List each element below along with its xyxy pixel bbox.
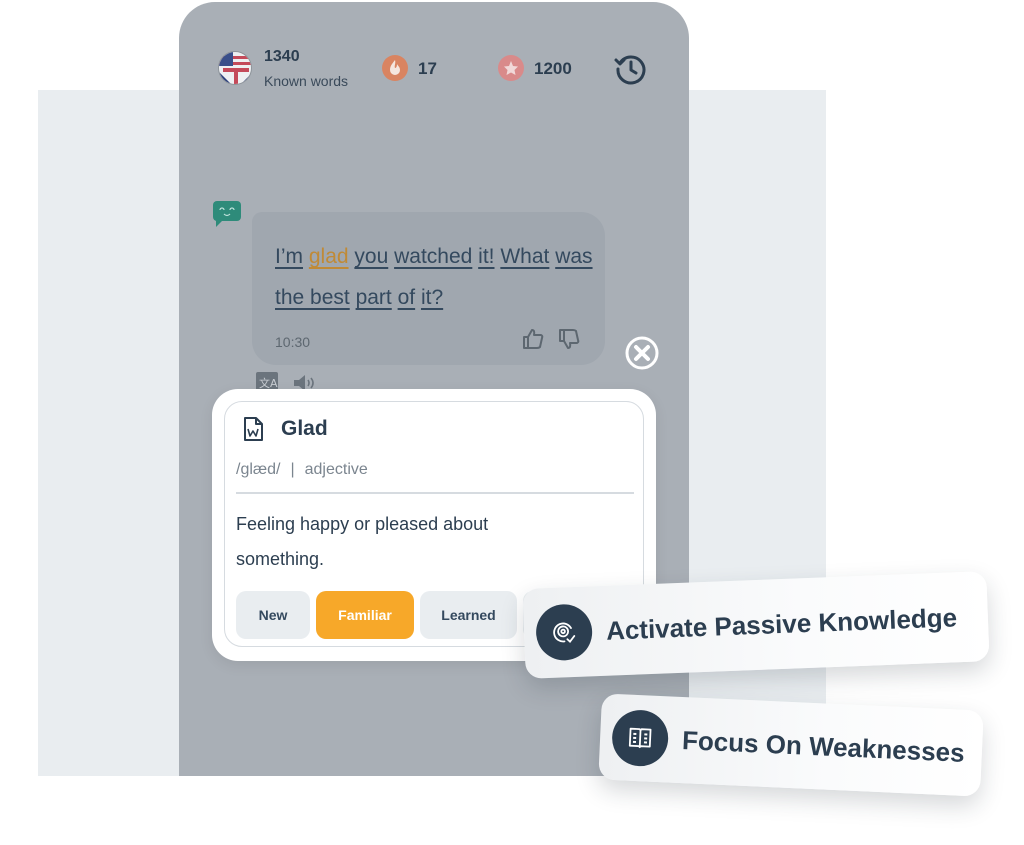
level-learned-button[interactable]: Learned <box>420 591 517 639</box>
word-part-of-speech: adjective <box>304 461 368 478</box>
thumbs-up-icon[interactable] <box>522 328 544 350</box>
streak-count: 17 <box>418 59 437 78</box>
word-meta: /glæd/ | adjective <box>236 461 368 479</box>
message-word[interactable]: watched <box>394 245 472 268</box>
flame-icon <box>382 55 408 81</box>
word-document-icon <box>242 416 264 442</box>
word-phonetic: /glæd/ <box>236 461 281 478</box>
points-count: 1200 <box>534 59 572 78</box>
message-word[interactable]: part <box>356 286 392 309</box>
word-definition: Feeling happy or pleased about something… <box>236 514 489 569</box>
message-word-highlighted[interactable]: glad <box>309 245 349 268</box>
message-word[interactable]: it? <box>421 286 443 309</box>
history-clock-icon[interactable] <box>613 51 649 87</box>
feature-card-focus: Focus On Weaknesses <box>598 693 984 797</box>
star-icon <box>498 55 524 81</box>
thumbs-down-icon[interactable] <box>558 328 580 350</box>
us-uk-flag-icon[interactable] <box>218 51 252 85</box>
word-title: Glad <box>281 417 328 440</box>
stats-bar: 1340 Known words 17 1200 <box>179 2 689 112</box>
svg-text:文A: 文A <box>259 376 278 390</box>
bot-chat-icon <box>213 201 241 227</box>
message-word[interactable]: the best <box>275 286 350 309</box>
known-words-label: Known words <box>264 73 349 89</box>
message-bubble: I’m glad you watched it! What was the be… <box>252 212 605 365</box>
target-check-icon <box>535 603 594 662</box>
meta-separator: | <box>290 461 295 478</box>
message-word[interactable]: you <box>354 245 388 268</box>
known-words-count: 1340 <box>264 48 300 65</box>
message-word[interactable]: What <box>500 245 549 268</box>
message-timestamp: 10:30 <box>275 334 311 350</box>
open-book-icon <box>610 708 670 768</box>
message-word[interactable]: I’m <box>275 245 303 268</box>
message-word[interactable]: of <box>398 286 416 309</box>
level-familiar-button[interactable]: Familiar <box>316 591 414 639</box>
message-text: I’m glad you watched it! What was the be… <box>275 236 595 318</box>
feature-card-activate: Activate Passive Knowledge <box>522 571 990 679</box>
message-word[interactable]: it! <box>478 245 494 268</box>
message-word[interactable]: was <box>555 245 592 268</box>
divider <box>236 492 634 494</box>
feature-label: Focus On Weaknesses <box>681 724 966 768</box>
close-circle-icon[interactable] <box>624 335 660 371</box>
level-new-button[interactable]: New <box>236 591 310 639</box>
feature-label: Activate Passive Knowledge <box>605 601 958 646</box>
